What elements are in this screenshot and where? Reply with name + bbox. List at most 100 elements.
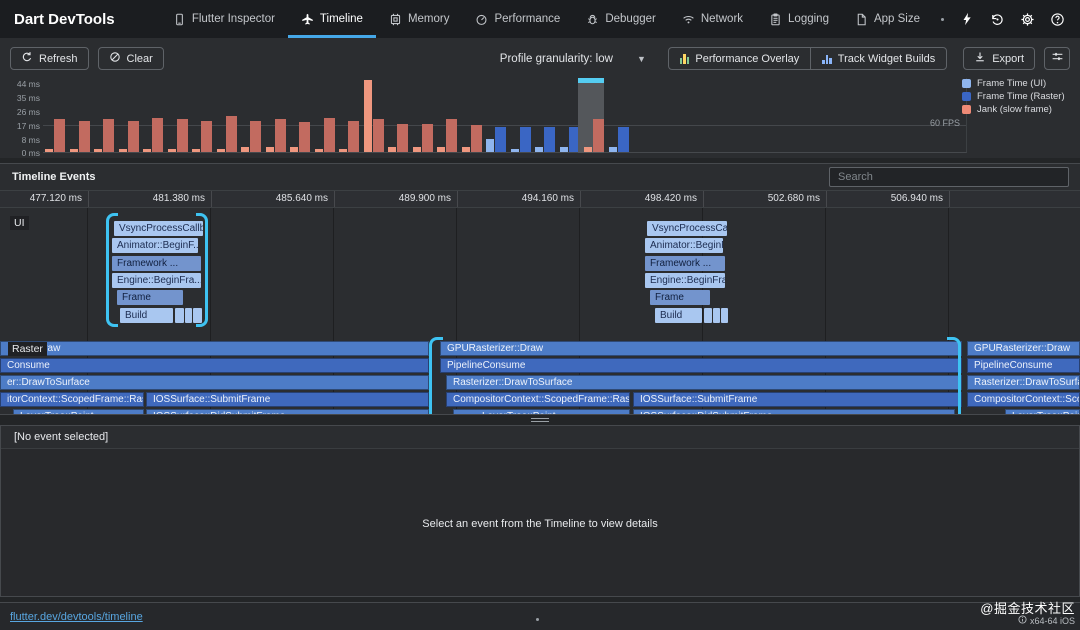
timeline-event-raster[interactable]: Draw bbox=[0, 341, 429, 356]
frame-ui-bar[interactable] bbox=[143, 149, 151, 152]
frame-ui-bar[interactable] bbox=[339, 149, 347, 152]
frame-raster-bar[interactable] bbox=[250, 121, 261, 152]
clear-button[interactable]: Clear bbox=[97, 47, 164, 70]
splitter-handle-icon[interactable] bbox=[531, 418, 549, 422]
timeline-event-ui[interactable]: VsyncProcessCal... bbox=[647, 221, 727, 236]
frame-ui-bar[interactable] bbox=[486, 139, 494, 152]
timeline-event-raster[interactable]: IOSSurface::DidSubmitFrame bbox=[633, 409, 955, 414]
timeline-event-raster[interactable]: CompositorContext::ScopedFrame::Raster bbox=[446, 392, 630, 407]
timeline-event-ui[interactable]: Engine::BeginFra... bbox=[645, 273, 725, 288]
timeline-event-raster[interactable]: CompositorContext::Scope bbox=[967, 392, 1080, 407]
frame-ui-bar[interactable] bbox=[584, 147, 592, 152]
timeline-event-raster[interactable]: Consume bbox=[0, 358, 429, 373]
timeline-event-ui[interactable]: Engine::BeginFra... bbox=[112, 273, 201, 288]
frame-ui-bar[interactable] bbox=[45, 149, 53, 152]
timeline-event-raster[interactable]: er::DrawToSurface bbox=[0, 375, 429, 390]
tab-network[interactable]: Network bbox=[669, 0, 756, 38]
timeline-event-ui[interactable]: Framework ... bbox=[645, 256, 725, 271]
tab-logging[interactable]: Logging bbox=[756, 0, 842, 38]
timeline-event-raster[interactable]: LayerTree::Paint bbox=[13, 409, 144, 414]
timeline-event-raster[interactable]: IOSSurface::DidSubmitFrame bbox=[146, 409, 429, 414]
hot-reload-button[interactable] bbox=[952, 0, 982, 38]
timeline-event-ui[interactable]: Build bbox=[655, 308, 702, 323]
frame-raster-bar[interactable] bbox=[397, 124, 408, 152]
frame-raster-bar[interactable] bbox=[176, 119, 188, 152]
timeline-event-ui[interactable] bbox=[185, 308, 192, 323]
timeline-event-ui[interactable]: Frame bbox=[117, 290, 183, 305]
frame-raster-bar[interactable] bbox=[421, 124, 433, 152]
timeline-event-raster[interactable]: LayerTree::Paint bbox=[453, 409, 630, 414]
timeline-event-ui[interactable] bbox=[721, 308, 728, 323]
timeline-event-ui[interactable]: Build bbox=[120, 308, 173, 323]
timeline-event-ui[interactable]: Animator::BeginF... bbox=[112, 238, 198, 253]
frame-raster-bar[interactable] bbox=[323, 118, 335, 152]
frame-ui-bar[interactable] bbox=[265, 147, 274, 152]
timeline-event-ui[interactable] bbox=[193, 308, 202, 323]
tab-debugger[interactable]: Debugger bbox=[573, 0, 669, 38]
timeline-event-raster[interactable]: LayerTree::Pain bbox=[1005, 409, 1080, 414]
timeline-event-raster[interactable]: PipelineConsume bbox=[440, 358, 962, 373]
frame-raster-bar[interactable] bbox=[201, 121, 212, 152]
timeline-event-raster[interactable]: IOSSurface::SubmitFrame bbox=[633, 392, 962, 407]
tab-app-size[interactable]: App Size bbox=[842, 0, 933, 38]
filter-settings-button[interactable] bbox=[1044, 47, 1070, 70]
frame-ui-bar[interactable] bbox=[437, 147, 445, 152]
help-button[interactable] bbox=[1042, 0, 1072, 38]
track-widget-builds-button[interactable]: Track Widget Builds bbox=[810, 48, 946, 69]
tab-memory[interactable]: Memory bbox=[376, 0, 463, 38]
frame-raster-bar[interactable] bbox=[225, 116, 237, 152]
frame-raster-bar[interactable] bbox=[103, 119, 114, 152]
hot-restart-button[interactable] bbox=[982, 0, 1012, 38]
devtools-docs-link[interactable]: flutter.dev/devtools/timeline bbox=[10, 611, 143, 623]
timeline-event-raster[interactable]: Rasterizer::DrawToSurface bbox=[446, 375, 962, 390]
frame-raster-bar[interactable] bbox=[54, 119, 65, 152]
frame-ui-bar[interactable] bbox=[94, 149, 102, 152]
timeline-event-raster[interactable]: Rasterizer::DrawToSurface bbox=[967, 375, 1080, 390]
tab-timeline[interactable]: Timeline bbox=[287, 0, 376, 38]
performance-overlay-button[interactable]: Performance Overlay bbox=[669, 48, 810, 69]
frame-ui-bar[interactable] bbox=[216, 149, 225, 152]
frame-ui-bar[interactable] bbox=[535, 147, 543, 152]
frame-raster-bar[interactable] bbox=[299, 122, 310, 152]
frame-raster-bar[interactable] bbox=[617, 127, 629, 152]
frame-ui-bar[interactable] bbox=[461, 147, 470, 152]
frame-ui-bar[interactable] bbox=[363, 80, 372, 152]
refresh-button[interactable]: Refresh bbox=[10, 47, 89, 70]
frame-ui-bar[interactable] bbox=[241, 147, 249, 152]
frame-ui-bar[interactable] bbox=[412, 147, 421, 152]
frame-raster-bar[interactable] bbox=[78, 121, 90, 152]
timeline-event-ui[interactable] bbox=[713, 308, 720, 323]
tab-flutter-inspector[interactable]: Flutter Inspector bbox=[160, 0, 288, 38]
settings-button[interactable] bbox=[1012, 0, 1042, 38]
frame-ui-bar[interactable] bbox=[118, 149, 127, 152]
timeline-event-raster[interactable]: itorContext::ScopedFrame::Raster bbox=[0, 392, 144, 407]
frame-raster-bar[interactable] bbox=[593, 119, 604, 152]
search-input[interactable] bbox=[829, 167, 1069, 187]
frame-ui-bar[interactable] bbox=[290, 147, 298, 152]
frame-ui-bar[interactable] bbox=[69, 149, 78, 152]
timeline-event-ui[interactable]: Frame bbox=[650, 290, 710, 305]
timeline-event-ui[interactable] bbox=[704, 308, 712, 323]
timeline-event-ui[interactable]: VsyncProcessCallb... bbox=[114, 221, 203, 236]
profile-granularity-dropdown[interactable]: Profile granularity: low ▼ bbox=[500, 53, 668, 65]
export-button[interactable]: Export bbox=[963, 47, 1035, 70]
frame-ui-bar[interactable] bbox=[388, 147, 396, 152]
frame-ui-bar[interactable] bbox=[510, 149, 519, 152]
frame-raster-bar[interactable] bbox=[519, 127, 531, 152]
timeline-event-ui[interactable] bbox=[175, 308, 184, 323]
frame-raster-bar[interactable] bbox=[544, 127, 555, 152]
frame-ui-bar[interactable] bbox=[608, 147, 617, 152]
frame-raster-bar[interactable] bbox=[470, 125, 482, 152]
timeline-event-raster[interactable]: PipelineConsume bbox=[967, 358, 1080, 373]
frame-raster-bar[interactable] bbox=[372, 119, 384, 152]
frame-raster-bar[interactable] bbox=[274, 119, 286, 152]
frame-raster-bar[interactable] bbox=[127, 121, 139, 152]
frame-raster-bar[interactable] bbox=[495, 127, 506, 152]
frame-ui-bar[interactable] bbox=[559, 147, 568, 152]
frame-raster-bar[interactable] bbox=[348, 121, 359, 152]
frame-ui-bar[interactable] bbox=[167, 149, 176, 152]
frame-raster-bar[interactable] bbox=[446, 119, 457, 152]
tab-performance[interactable]: Performance bbox=[462, 0, 573, 38]
timeline-event-ui[interactable]: Animator::BeginF... bbox=[645, 238, 723, 253]
frame-ui-bar[interactable] bbox=[314, 149, 323, 152]
